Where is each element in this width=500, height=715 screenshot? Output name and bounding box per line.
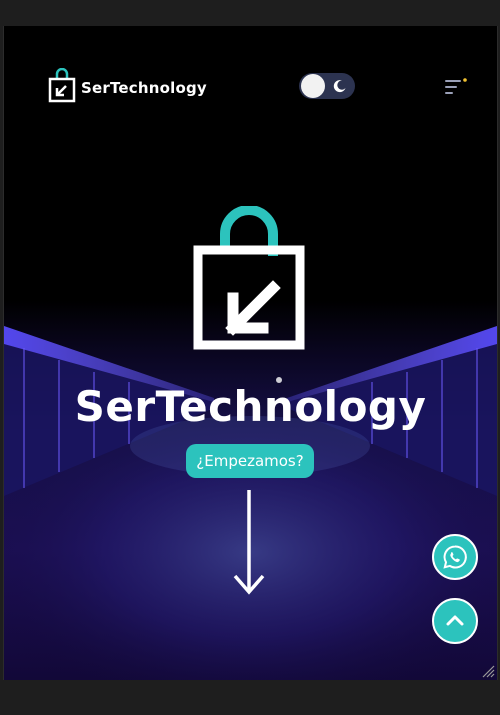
browser-frame: SerTechnology SerTechnology ¿Empezamos? (0, 0, 500, 715)
site-header: SerTechnology (4, 26, 497, 146)
arrow-down-icon[interactable] (232, 488, 266, 596)
resize-grip-icon[interactable] (481, 664, 495, 678)
chevron-up-icon (446, 615, 464, 626)
theme-toggle[interactable] (299, 73, 355, 99)
menu-icon[interactable] (445, 78, 467, 96)
moon-icon (333, 80, 346, 93)
toggle-knob (301, 74, 325, 98)
brand-logo-icon (48, 68, 76, 103)
start-button[interactable]: ¿Empezamos? (186, 444, 314, 478)
scroll-top-button[interactable] (432, 598, 478, 644)
page-viewport: SerTechnology SerTechnology ¿Empezamos? (3, 26, 498, 680)
brand-link[interactable]: SerTechnology (47, 68, 207, 104)
brand-name: SerTechnology (81, 78, 207, 97)
hero-title: SerTechnology (74, 382, 427, 431)
hero-logo-icon (193, 206, 305, 350)
whatsapp-button[interactable] (432, 534, 478, 580)
whatsapp-icon (443, 545, 467, 569)
